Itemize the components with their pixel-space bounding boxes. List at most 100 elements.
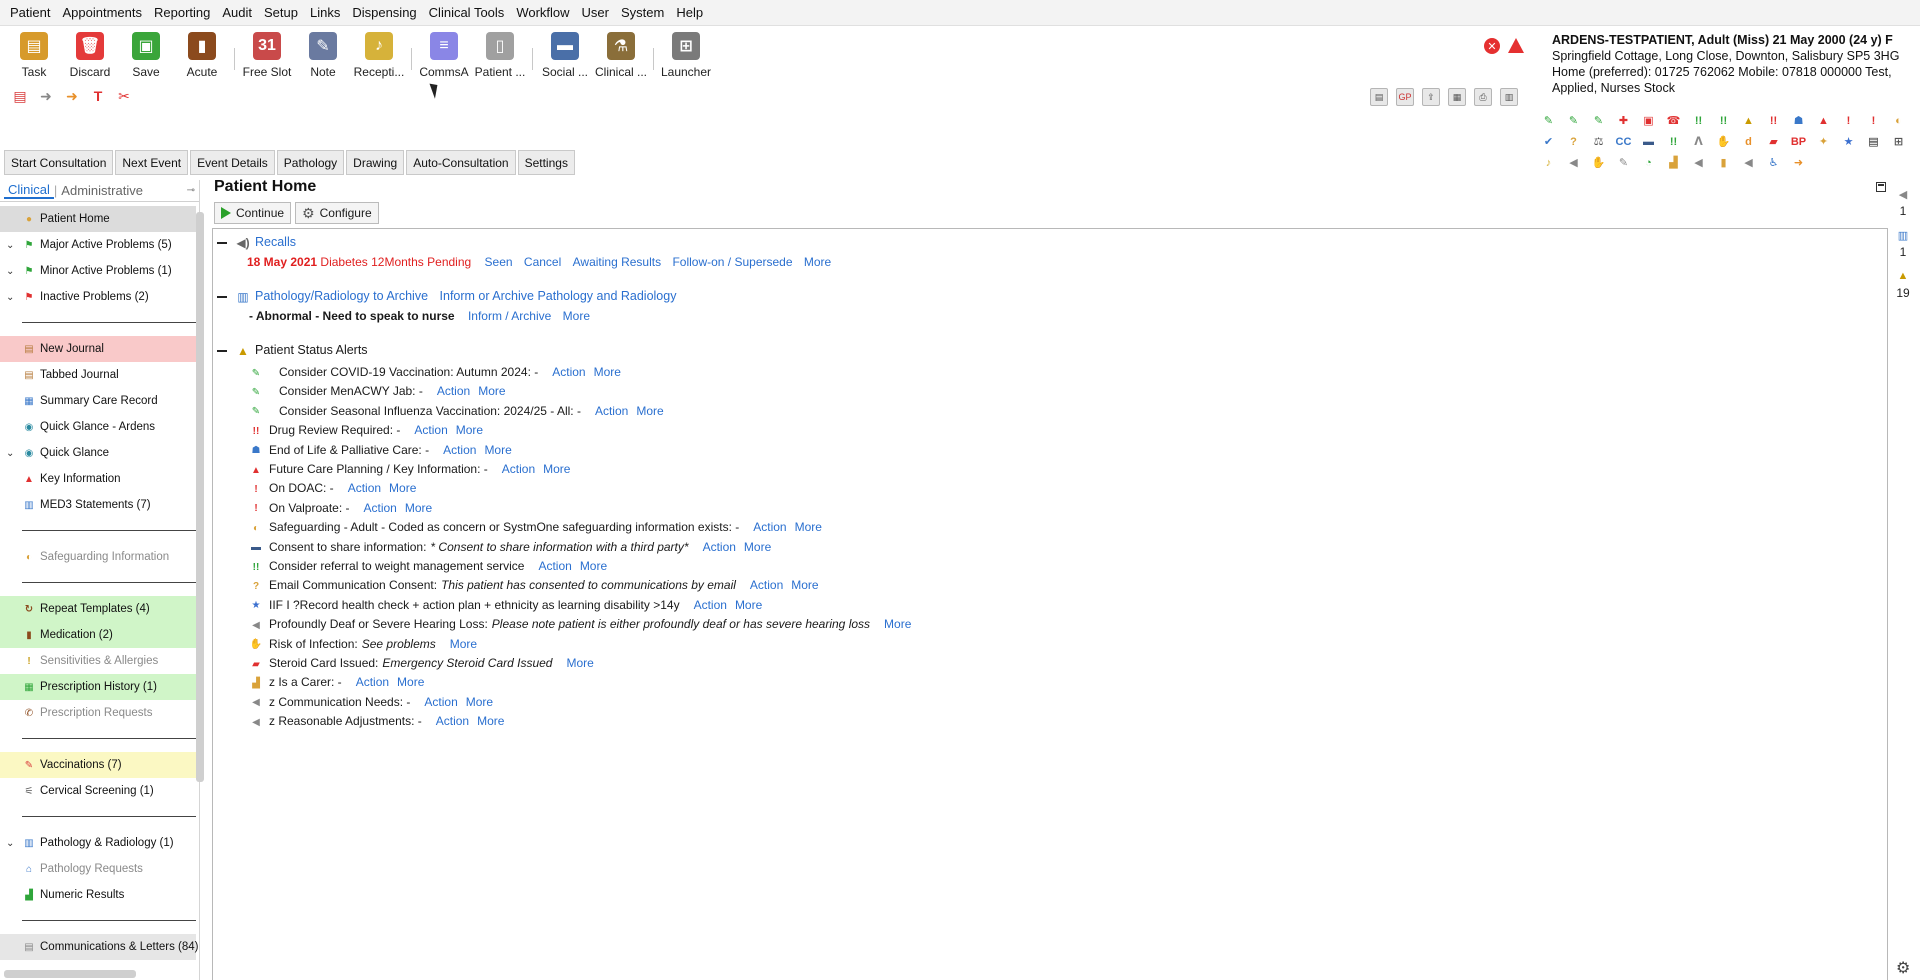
pathology-archive-link[interactable]: Inform or Archive Pathology and Radiolog…	[440, 289, 677, 303]
left-scrollbar-horizontal[interactable]	[4, 970, 136, 978]
bell-icon[interactable]: ♪	[1540, 154, 1557, 171]
alert-action-link[interactable]: Action	[694, 598, 727, 612]
clinical-button[interactable]: ⚗ Clinical ...	[593, 26, 649, 79]
alert-more-link[interactable]: More	[450, 637, 477, 651]
vaccine-icon[interactable]: ✎	[1590, 112, 1607, 129]
alert-more-link[interactable]: More	[484, 443, 511, 457]
patient-name[interactable]: ARDENS-TESTPATIENT, Adult (Miss) 21 May …	[1552, 32, 1920, 48]
save-button[interactable]: ▣ Save	[118, 26, 174, 79]
recalls-title[interactable]: Recalls	[255, 235, 296, 249]
nav-item-pathology-radiology-1[interactable]: ⌄ ▥ Pathology & Radiology (1)	[0, 830, 196, 856]
alert-more-link[interactable]: More	[791, 578, 818, 592]
alert-action-link[interactable]: Action	[552, 365, 585, 379]
chart-icon[interactable]: ◔	[1640, 154, 1657, 171]
bottle-icon[interactable]: ▮	[1715, 154, 1732, 171]
docs-icon[interactable]: ▤	[1370, 88, 1388, 106]
alert-action-link[interactable]: Action	[424, 695, 457, 709]
nav-item-communications-letters-84[interactable]: ▤ Communications & Letters (84)	[0, 934, 199, 960]
alert-action-link[interactable]: Action	[348, 481, 381, 495]
alert-action-link[interactable]: Action	[436, 714, 469, 728]
nav-item-medication-2[interactable]: ▮ Medication (2)	[0, 622, 196, 648]
alert-action-link[interactable]: Action	[753, 520, 786, 534]
chevron-down-icon[interactable]: ⌄	[6, 448, 14, 459]
print-icon[interactable]: ⎙	[1474, 88, 1492, 106]
alert-more-link[interactable]: More	[466, 695, 493, 709]
wheelchair-icon[interactable]: ♿	[1765, 154, 1782, 171]
close-alert-icon[interactable]: ✕	[1484, 38, 1500, 54]
double-exclaim-green-icon[interactable]: !!	[1690, 112, 1707, 129]
card-icon[interactable]: ▤	[1865, 133, 1882, 150]
export-icon[interactable]: ⇪	[1422, 88, 1440, 106]
recall-seen-link[interactable]: Seen	[485, 255, 513, 269]
patient-button[interactable]: ▯ Patient ...	[472, 26, 528, 79]
alert-action-link[interactable]: Action	[703, 540, 736, 554]
rail-item-test-tubes[interactable]: ▥ 1	[1892, 227, 1914, 260]
alert-more-link[interactable]: More	[543, 462, 570, 476]
star-icon[interactable]: ★	[1840, 133, 1857, 150]
arrow-right-grey-icon[interactable]: ➜	[38, 88, 54, 104]
collapse-alerts-icon[interactable]	[217, 350, 227, 352]
alert-more-link[interactable]: More	[477, 714, 504, 728]
action-start-consultation[interactable]: Start Consultation	[4, 150, 114, 175]
chevron-down-icon[interactable]: ⌄	[6, 838, 14, 849]
recall-follow-on-link[interactable]: Follow-on / Supersede	[672, 255, 792, 269]
alert-action-link[interactable]: Action	[595, 404, 628, 418]
chevron-down-icon[interactable]: ⌄	[6, 266, 14, 277]
continue-button[interactable]: Continue	[214, 202, 292, 224]
carer-icon[interactable]: ▟	[1665, 154, 1682, 171]
menu-setup[interactable]: Setup	[258, 0, 304, 26]
chevron-down-icon[interactable]: ⌄	[6, 292, 14, 303]
stop-icon[interactable]: !	[1865, 112, 1882, 129]
tab-administrative[interactable]: Administrative	[57, 183, 147, 198]
note-button[interactable]: ✎ Note	[295, 26, 351, 79]
cc-icon[interactable]: CC	[1615, 133, 1632, 150]
inform-archive-link[interactable]: Inform / Archive	[468, 309, 551, 323]
hand-icon[interactable]: ✋	[1590, 154, 1607, 171]
alert-action-link[interactable]: Action	[414, 423, 447, 437]
bp-icon[interactable]: BP	[1790, 133, 1807, 150]
nav-item-numeric-results[interactable]: ▟ Numeric Results	[0, 882, 196, 908]
menu-audit[interactable]: Audit	[216, 0, 258, 26]
nav-item-safeguarding-information[interactable]: ◐ Safeguarding Information	[0, 544, 196, 570]
nav-item-summary-care-record[interactable]: ▦ Summary Care Record	[0, 388, 196, 414]
task-button[interactable]: ▤ Task	[6, 26, 62, 79]
alert-more-link[interactable]: More	[580, 559, 607, 573]
nav-item-repeat-templates-4[interactable]: ↻ Repeat Templates (4)	[0, 596, 196, 622]
scales-icon[interactable]: ⚖	[1590, 133, 1607, 150]
warning-yellow-icon[interactable]: ▲	[1740, 112, 1757, 129]
discard-button[interactable]: 🗑 Discard	[62, 26, 118, 79]
nav-item-patient-home[interactable]: ● Patient Home	[0, 206, 196, 232]
template-t-icon[interactable]: T	[90, 88, 106, 104]
menu-dispensing[interactable]: Dispensing	[346, 0, 422, 26]
arrow-right-orange-icon[interactable]: ➜	[1790, 154, 1807, 171]
email-consent-icon[interactable]: ?	[1565, 133, 1582, 150]
left-scrollbar-vertical[interactable]	[196, 212, 204, 782]
pin-icon[interactable]: ⊸	[187, 185, 195, 196]
vaccine-icon[interactable]: ✎	[1565, 112, 1582, 129]
warning-icon[interactable]	[1508, 38, 1524, 53]
nav-item-cervical-screening-1[interactable]: ⚟ Cervical Screening (1)	[0, 778, 196, 804]
double-exclaim-green-icon[interactable]: !!	[1715, 112, 1732, 129]
action-settings[interactable]: Settings	[517, 150, 575, 175]
butterfly-icon[interactable]: ✦	[1815, 133, 1832, 150]
menu-workflow[interactable]: Workflow	[510, 0, 575, 26]
nav-item-vaccinations-7[interactable]: ✎ Vaccinations (7)	[0, 752, 196, 778]
menu-reporting[interactable]: Reporting	[148, 0, 216, 26]
lung-icon[interactable]: ✚	[1615, 112, 1632, 129]
nav-item-new-journal[interactable]: ▤ New Journal	[0, 336, 196, 362]
action-auto-consultation[interactable]: Auto-Consultation	[406, 150, 516, 175]
alert-more-link[interactable]: More	[389, 481, 416, 495]
alert-action-link[interactable]: Action	[502, 462, 535, 476]
menu-links[interactable]: Links	[304, 0, 346, 26]
recall-cancel-link[interactable]: Cancel	[524, 255, 561, 269]
menu-user[interactable]: User	[576, 0, 615, 26]
arrow-right-orange-icon[interactable]: ➜	[64, 88, 80, 104]
menu-clinical-tools[interactable]: Clinical Tools	[423, 0, 511, 26]
stop-icon[interactable]: !	[1840, 112, 1857, 129]
nav-item-pathology-requests[interactable]: ⌂ Pathology Requests	[0, 856, 196, 882]
nav-item-minor-active-problems-1[interactable]: ⌄ ⚑ Minor Active Problems (1)	[0, 258, 196, 284]
nav-item-inactive-problems-2[interactable]: ⌄ ⚑ Inactive Problems (2)	[0, 284, 196, 310]
alert-more-link[interactable]: More	[566, 656, 593, 670]
pathology-title[interactable]: Pathology/Radiology to Archive	[255, 289, 428, 303]
pen-icon[interactable]: ✎	[1615, 154, 1632, 171]
